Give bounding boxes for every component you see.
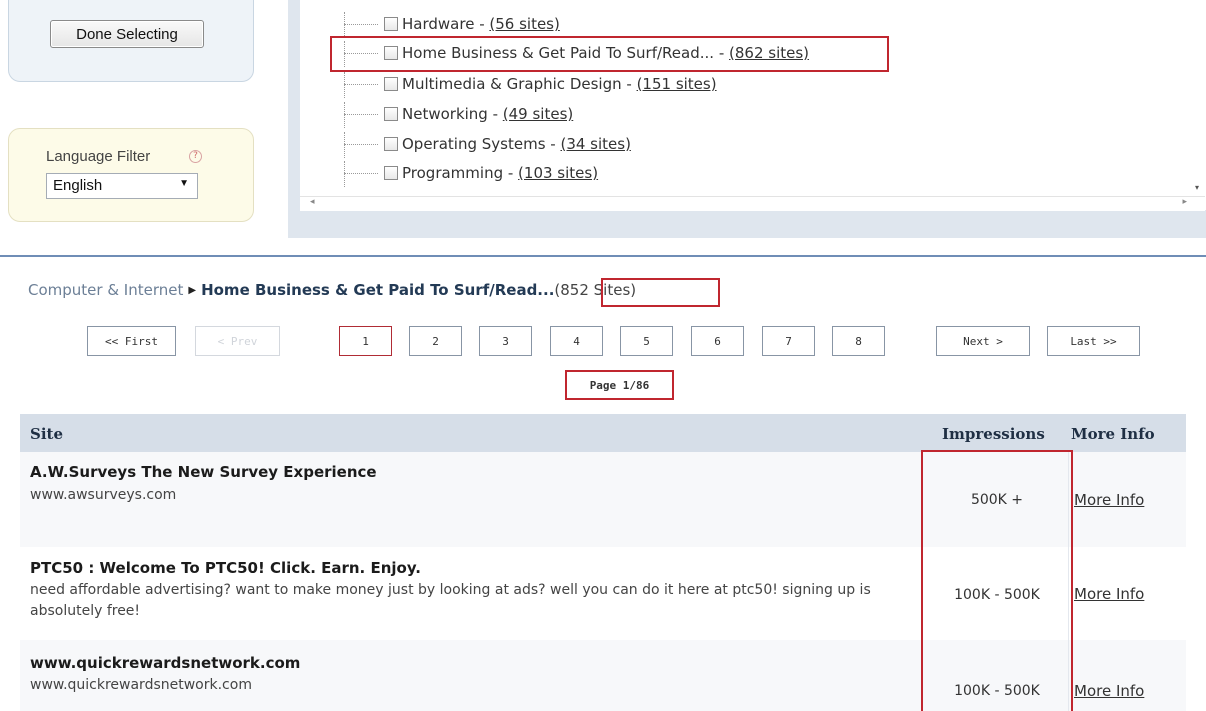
highlight-selected-category xyxy=(330,36,889,72)
next-page-button[interactable]: Next > xyxy=(936,326,1030,356)
language-select-value: English xyxy=(53,177,103,194)
prev-page-button[interactable]: < Prev xyxy=(195,326,280,356)
language-filter-label: Language Filter xyxy=(46,148,151,165)
done-selecting-button[interactable]: Done Selecting xyxy=(50,20,204,48)
tree-item-checkbox[interactable] xyxy=(384,166,398,180)
tree-item-label: Programming - xyxy=(402,164,519,182)
site-description: www.awsurveys.com xyxy=(30,487,177,503)
page-button-6[interactable]: 6 xyxy=(691,326,744,356)
tree-item-checkbox[interactable] xyxy=(384,17,398,31)
page-button-2[interactable]: 2 xyxy=(409,326,462,356)
highlight-site-count xyxy=(601,278,720,307)
site-description: www.quickrewardsnetwork.com xyxy=(30,677,252,693)
scroll-right-icon[interactable]: ▸ xyxy=(1182,197,1187,207)
tree-item-checkbox[interactable] xyxy=(384,107,398,121)
section-divider xyxy=(0,255,1206,257)
language-select[interactable]: English ▼ xyxy=(46,173,198,199)
scroll-down-icon[interactable]: ▾ xyxy=(1195,183,1199,192)
tree-item-label: Networking - xyxy=(402,105,503,123)
tree-item-checkbox[interactable] xyxy=(384,137,398,151)
page-button-4[interactable]: 4 xyxy=(550,326,603,356)
tree-item-count-link[interactable]: (34 sites) xyxy=(560,135,630,153)
tree-item-label: Multimedia & Graphic Design - xyxy=(402,75,637,93)
column-header-more-info: More Info xyxy=(1071,425,1155,443)
help-icon[interactable]: ? xyxy=(189,150,202,163)
tree-item-count-link[interactable]: (103 sites) xyxy=(518,164,598,182)
column-header-impressions: Impressions xyxy=(942,425,1045,443)
tree-item-label: Operating Systems - xyxy=(402,135,561,153)
chevron-down-icon: ▼ xyxy=(179,178,189,189)
tree-item-label: Hardware - xyxy=(402,15,490,33)
highlight-impressions-column xyxy=(921,450,1073,711)
site-title: PTC50 : Welcome To PTC50! Click. Earn. E… xyxy=(30,559,421,577)
first-page-button[interactable]: << First xyxy=(87,326,176,356)
breadcrumb: Computer & Internet ▶ Home Business & Get … xyxy=(28,281,636,299)
more-info-link[interactable]: More Info xyxy=(1074,585,1144,603)
tree-vertical-scrollbar[interactable]: ▾ xyxy=(1192,0,1206,210)
scroll-left-icon[interactable]: ◂ xyxy=(310,197,315,207)
site-description: need affordable advertising? want to mak… xyxy=(30,582,871,619)
breadcrumb-arrow-icon: ▶ xyxy=(188,285,197,296)
more-info-link[interactable]: More Info xyxy=(1074,682,1144,700)
site-title: A.W.Surveys The New Survey Experience xyxy=(30,463,377,481)
tree-item-checkbox[interactable] xyxy=(384,77,398,91)
page-indicator: Page 1/86 xyxy=(565,370,674,400)
page-button-1[interactable]: 1 xyxy=(339,326,392,356)
category-tree[interactable]: Hardware - (56 sites) Home Business & Ge… xyxy=(300,0,1205,210)
site-title: www.quickrewardsnetwork.com xyxy=(30,654,301,672)
breadcrumb-parent-link[interactable]: Computer & Internet xyxy=(28,281,183,299)
last-page-button[interactable]: Last >> xyxy=(1047,326,1140,356)
tree-item-count-link[interactable]: (151 sites) xyxy=(637,75,717,93)
tree-item-count-link[interactable]: (56 sites) xyxy=(489,15,559,33)
column-header-site: Site xyxy=(30,425,64,443)
page-button-8[interactable]: 8 xyxy=(832,326,885,356)
page-button-7[interactable]: 7 xyxy=(762,326,815,356)
more-info-link[interactable]: More Info xyxy=(1074,491,1144,509)
table-header: Site Impressions More Info xyxy=(20,414,1186,452)
tree-horizontal-scrollbar[interactable]: ◂ ▸ xyxy=(300,196,1205,211)
page-button-3[interactable]: 3 xyxy=(479,326,532,356)
page-button-5[interactable]: 5 xyxy=(620,326,673,356)
tree-item-count-link[interactable]: (49 sites) xyxy=(503,105,573,123)
breadcrumb-current: Home Business & Get Paid To Surf/Read... xyxy=(201,281,555,299)
